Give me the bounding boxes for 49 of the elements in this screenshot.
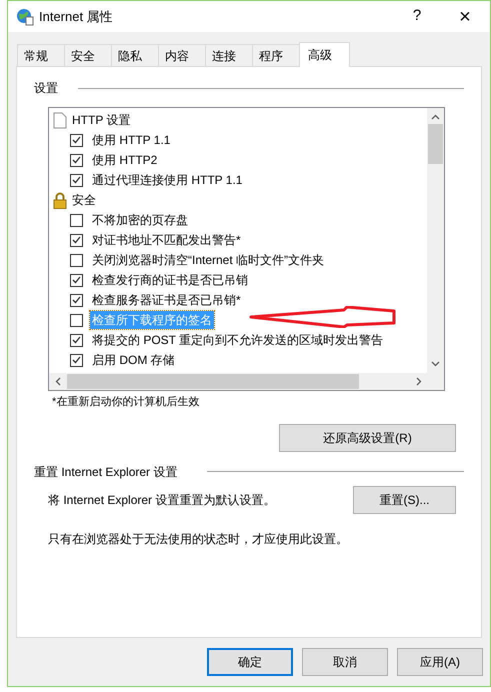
checkbox[interactable] xyxy=(70,214,83,226)
option-label[interactable]: 将提交的 POST 重定向到不允许发送的区域时发出警告 xyxy=(90,331,386,349)
option-label[interactable]: 检查发行商的证书是否已吊销 xyxy=(90,271,250,289)
dialog-button[interactable]: 取消 xyxy=(302,648,388,676)
page-icon xyxy=(53,112,67,128)
scroll-up-icon[interactable] xyxy=(431,114,440,120)
checkbox[interactable] xyxy=(70,334,83,346)
option-label[interactable]: 检查服务器证书是否已吊销* xyxy=(90,291,243,309)
close-button[interactable]: × xyxy=(448,2,482,32)
window-title: Internet 属性 xyxy=(39,8,113,26)
checkbox[interactable] xyxy=(70,314,83,326)
scroll-thumb[interactable] xyxy=(67,374,359,389)
checkbox[interactable] xyxy=(70,154,83,166)
checkbox[interactable] xyxy=(70,294,83,306)
vertical-scrollbar[interactable] xyxy=(427,108,444,373)
scroll-thumb[interactable] xyxy=(428,124,443,164)
dialog-button[interactable]: 确定 xyxy=(207,648,293,676)
option-label[interactable]: 通过代理连接使用 HTTP 1.1 xyxy=(90,171,244,189)
option-label[interactable]: 使用 HTTP 1.1 xyxy=(90,131,172,149)
horizontal-scrollbar[interactable] xyxy=(49,373,444,390)
section-title: 重置 Internet Explorer 设置 xyxy=(34,464,178,480)
option-label[interactable]: 使用 HTTP2 xyxy=(90,151,160,169)
reset-description: 将 Internet Explorer 设置重置为默认设置。 xyxy=(48,492,276,508)
restore-button[interactable]: 还原高级设置(R) xyxy=(279,424,456,452)
group-label: 安全 xyxy=(72,192,96,209)
tab[interactable]: 常规 xyxy=(17,44,65,66)
checkbox[interactable] xyxy=(70,174,83,186)
option-label[interactable]: 启用 DOM 存储 xyxy=(90,351,177,369)
scroll-left-icon[interactable] xyxy=(55,377,61,386)
tab[interactable]: 高级 xyxy=(299,42,350,67)
reset-button[interactable]: 重置(S)... xyxy=(353,486,456,514)
scroll-right-icon[interactable] xyxy=(416,377,422,386)
section-title: 设置 xyxy=(34,80,58,97)
option-label[interactable]: 关闭浏览器时清空“Internet 临时文件”文件夹 xyxy=(90,251,326,269)
lock-icon xyxy=(53,192,67,208)
reset-note: 只有在浏览器处于无法使用的状态时，才应使用此设置。 xyxy=(48,530,349,548)
help-button[interactable]: ? xyxy=(402,5,432,28)
dialog-button[interactable]: 应用(A) xyxy=(397,648,483,676)
checkbox[interactable] xyxy=(70,234,83,246)
restart-note: *在重新启动你的计算机后生效 xyxy=(52,394,200,410)
option-label[interactable]: 不将加密的页存盘 xyxy=(90,211,190,229)
option-label[interactable]: 对证书地址不匹配发出警告* xyxy=(90,231,243,249)
scroll-down-icon[interactable] xyxy=(431,361,440,367)
globe-icon xyxy=(16,8,34,26)
checkbox[interactable] xyxy=(70,354,83,366)
group-label: HTTP 设置 xyxy=(72,112,130,129)
checkbox[interactable] xyxy=(70,274,83,286)
checkbox[interactable] xyxy=(70,134,83,146)
checkbox[interactable] xyxy=(70,254,83,266)
